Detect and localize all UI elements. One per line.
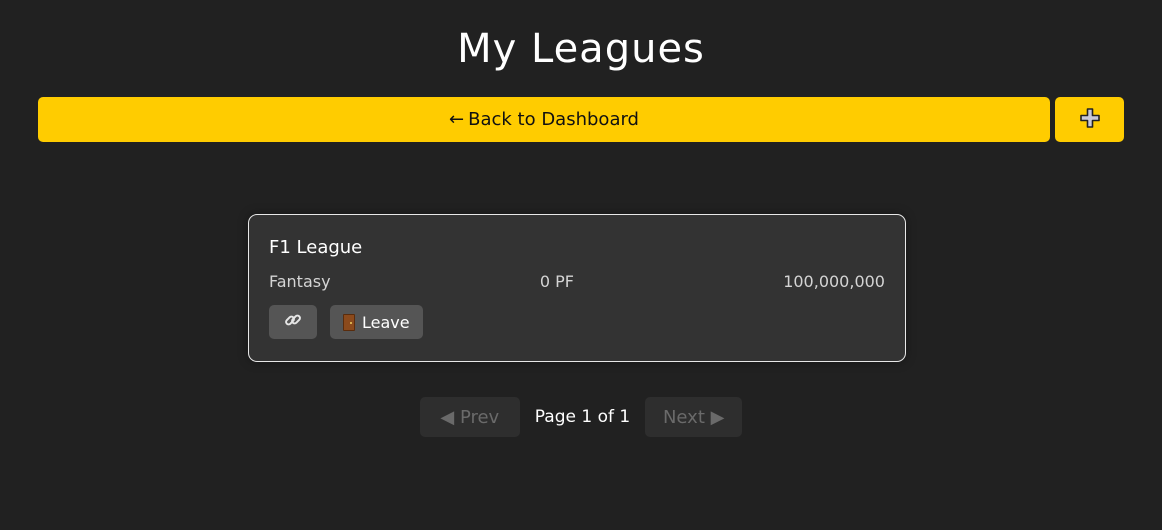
league-points: 0 PF [539, 271, 574, 291]
league-budget: 100,000,000 [783, 271, 885, 291]
league-name: F1 League [269, 237, 363, 258]
league-type: Fantasy [269, 271, 331, 291]
back-to-dashboard-button[interactable]: ← Back to Dashboard [38, 97, 1050, 142]
league-card: F1 League Fantasy 0 PF 100,000,000 Leave [248, 214, 906, 362]
leave-league-button[interactable]: Leave [330, 305, 423, 339]
page-title: My Leagues [457, 26, 705, 72]
page-indicator: Page 1 of 1 [534, 407, 631, 427]
prev-page-button[interactable]: ◀ Prev [419, 397, 520, 437]
link-icon [284, 311, 302, 333]
add-league-button[interactable] [1055, 97, 1124, 142]
next-page-button[interactable]: Next ▶ [645, 397, 743, 437]
league-meta: Fantasy 0 PF 100,000,000 [269, 271, 885, 291]
pagination: ◀ Prev Page 1 of 1 Next ▶ [0, 397, 1162, 437]
copy-invite-link-button[interactable] [269, 305, 317, 339]
back-arrow-icon: ← [449, 109, 465, 130]
door-icon [343, 313, 355, 331]
leave-button-label: Leave [362, 312, 410, 332]
top-bar: ← Back to Dashboard [38, 97, 1124, 142]
plus-icon [1079, 107, 1101, 132]
my-leagues-page: My Leagues ← Back to Dashboard F1 League… [0, 0, 1162, 530]
back-button-label: Back to Dashboard [468, 109, 639, 130]
league-actions: Leave [269, 305, 885, 339]
